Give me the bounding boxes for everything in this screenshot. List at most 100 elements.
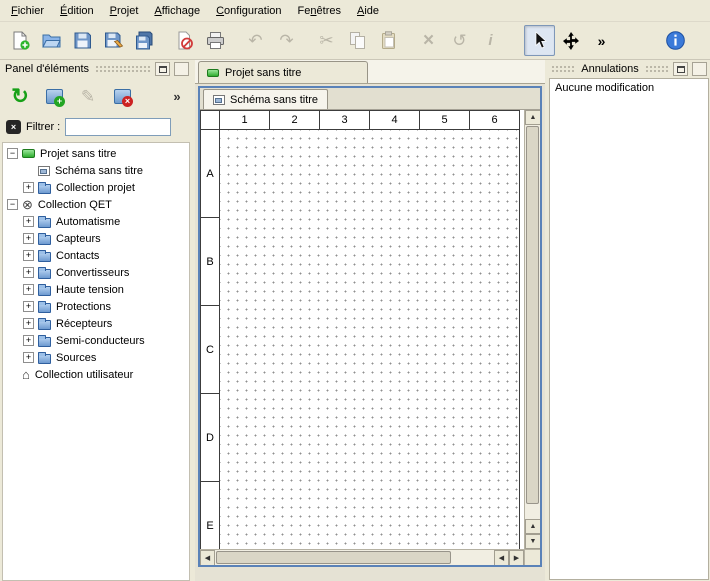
tree-item-recepteurs[interactable]: + Récepteurs: [3, 315, 189, 332]
undo-panel-dock: Annulations Aucune modification: [548, 60, 710, 581]
expand-expander-icon[interactable]: +: [23, 250, 34, 261]
scroll-up-button[interactable]: ▲: [525, 519, 540, 534]
clear-filter-icon[interactable]: ×: [6, 120, 21, 134]
close-panel-button[interactable]: [174, 62, 189, 76]
toolbar-overflow-button[interactable]: »: [586, 25, 617, 56]
expand-expander-icon[interactable]: +: [23, 335, 34, 346]
tree-item-automatisme[interactable]: + Automatisme: [3, 213, 189, 230]
reload-icon: ↻: [11, 86, 29, 107]
expand-expander-icon[interactable]: +: [23, 216, 34, 227]
float-panel-button[interactable]: [155, 62, 170, 76]
cut-button[interactable]: ✂: [311, 25, 342, 56]
folder-icon: [38, 235, 51, 245]
tree-label: Sources: [56, 352, 96, 364]
scroll-up-button[interactable]: ▲: [525, 110, 540, 125]
undo-button[interactable]: ↶: [240, 25, 271, 56]
undo-list-item[interactable]: Aucune modification: [550, 79, 708, 97]
tree-item-convertisseurs[interactable]: + Convertisseurs: [3, 264, 189, 281]
menu-fichier[interactable]: Fichier: [3, 0, 52, 21]
tree-item-collection-qet[interactable]: − ⊗ Collection QET: [3, 196, 189, 213]
tree-item-haute-tension[interactable]: + Haute tension: [3, 281, 189, 298]
grid-dots[interactable]: [220, 130, 520, 549]
row-header: D: [200, 394, 220, 482]
open-project-button[interactable]: [36, 25, 67, 56]
elements-toolbar-overflow[interactable]: »: [167, 81, 187, 111]
menu-affichage[interactable]: Affichage: [146, 0, 208, 21]
expand-expander-icon[interactable]: +: [23, 301, 34, 312]
delete-button[interactable]: ×: [413, 25, 444, 56]
rotate-button[interactable]: ↺: [444, 25, 475, 56]
tab-schema-sans-titre[interactable]: Schéma sans titre: [203, 89, 328, 109]
edit-element-button[interactable]: ✎: [73, 81, 103, 111]
project-icon: [22, 149, 35, 158]
expand-expander-icon[interactable]: +: [23, 233, 34, 244]
tree-label: Protections: [56, 301, 111, 313]
delete-element-button[interactable]: ×: [107, 81, 137, 111]
tree-item-collection-projet[interactable]: + Collection projet: [3, 179, 189, 196]
chevron-overflow-icon: »: [598, 34, 606, 48]
scroll-left-button[interactable]: ◀: [494, 550, 509, 566]
expand-expander-icon[interactable]: +: [23, 182, 34, 193]
vertical-scroll-track[interactable]: [525, 505, 540, 519]
collapse-expander-icon[interactable]: −: [7, 199, 18, 210]
close-file-button[interactable]: [169, 25, 200, 56]
menu-projet[interactable]: Projet: [102, 0, 147, 21]
menu-fenetres[interactable]: Fenêtres: [290, 0, 349, 21]
expand-expander-icon[interactable]: +: [23, 318, 34, 329]
tree-item-project[interactable]: − Projet sans titre: [3, 145, 189, 162]
reload-collections-button[interactable]: ↻: [5, 81, 35, 111]
save-all-button[interactable]: [129, 25, 160, 56]
tree-label: Automatisme: [56, 216, 120, 228]
elements-panel-header[interactable]: Panel d'éléments: [0, 60, 192, 78]
menu-bar: Fichier Édition Projet Affichage Configu…: [0, 0, 710, 22]
paste-button[interactable]: [373, 25, 404, 56]
collapse-expander-icon[interactable]: −: [7, 148, 18, 159]
menu-edition[interactable]: Édition: [52, 0, 102, 21]
about-qet-button[interactable]: [660, 25, 691, 56]
new-project-button[interactable]: [5, 25, 36, 56]
tree-item-semi-conducteurs[interactable]: + Semi-conducteurs: [3, 332, 189, 349]
horizontal-scroll-thumb[interactable]: [216, 551, 451, 564]
select-tool-button[interactable]: [524, 25, 555, 56]
vertical-scrollbar[interactable]: ▲ ▲ ▼: [524, 110, 540, 549]
filter-input[interactable]: [65, 118, 171, 136]
tree-item-collection-utilisateur[interactable]: ⌂ Collection utilisateur: [3, 366, 189, 383]
tree-item-sources[interactable]: + Sources: [3, 349, 189, 366]
tree-label: Collection projet: [56, 182, 135, 194]
menu-configuration[interactable]: Configuration: [208, 0, 289, 21]
copy-button[interactable]: [342, 25, 373, 56]
dock-drag-handle[interactable]: [645, 65, 669, 73]
dock-drag-handle[interactable]: [551, 65, 575, 73]
tree-item-schema[interactable]: Schéma sans titre: [3, 162, 189, 179]
scroll-left-button[interactable]: ◀: [200, 550, 215, 566]
tree-item-capteurs[interactable]: + Capteurs: [3, 230, 189, 247]
close-panel-button[interactable]: [692, 62, 707, 76]
expand-expander-icon[interactable]: +: [23, 352, 34, 363]
horizontal-scrollbar[interactable]: ◀ ◀ ▶: [200, 550, 524, 565]
vertical-scroll-thumb[interactable]: [526, 126, 539, 504]
folder-icon: [38, 354, 51, 364]
tree-item-protections[interactable]: + Protections: [3, 298, 189, 315]
scroll-right-button[interactable]: ▶: [509, 550, 524, 566]
save-button[interactable]: [67, 25, 98, 56]
float-panel-button[interactable]: [673, 62, 688, 76]
pan-tool-button[interactable]: [555, 25, 586, 56]
conductor-info-button[interactable]: i: [475, 25, 506, 56]
tree-item-contacts[interactable]: + Contacts: [3, 247, 189, 264]
print-button[interactable]: [200, 25, 231, 56]
save-as-button[interactable]: [98, 25, 129, 56]
scroll-down-button[interactable]: ▼: [525, 534, 540, 549]
tree-label: Collection QET: [38, 199, 112, 211]
menu-aide[interactable]: Aide: [349, 0, 387, 21]
tab-projet-sans-titre[interactable]: Projet sans titre: [198, 61, 368, 83]
expand-expander-icon[interactable]: +: [23, 284, 34, 295]
tab-label: Schéma sans titre: [230, 94, 318, 106]
horizontal-scroll-track[interactable]: [452, 550, 494, 565]
undo-panel-header[interactable]: Annulations: [548, 60, 710, 78]
expand-expander-icon[interactable]: +: [23, 267, 34, 278]
dock-drag-handle[interactable]: [95, 65, 151, 73]
diagram-canvas[interactable]: 1 2 3 4 5 6 A B: [200, 110, 524, 549]
redo-button[interactable]: ↷: [271, 25, 302, 56]
new-element-button[interactable]: +: [39, 81, 69, 111]
folder-icon: [38, 320, 51, 330]
